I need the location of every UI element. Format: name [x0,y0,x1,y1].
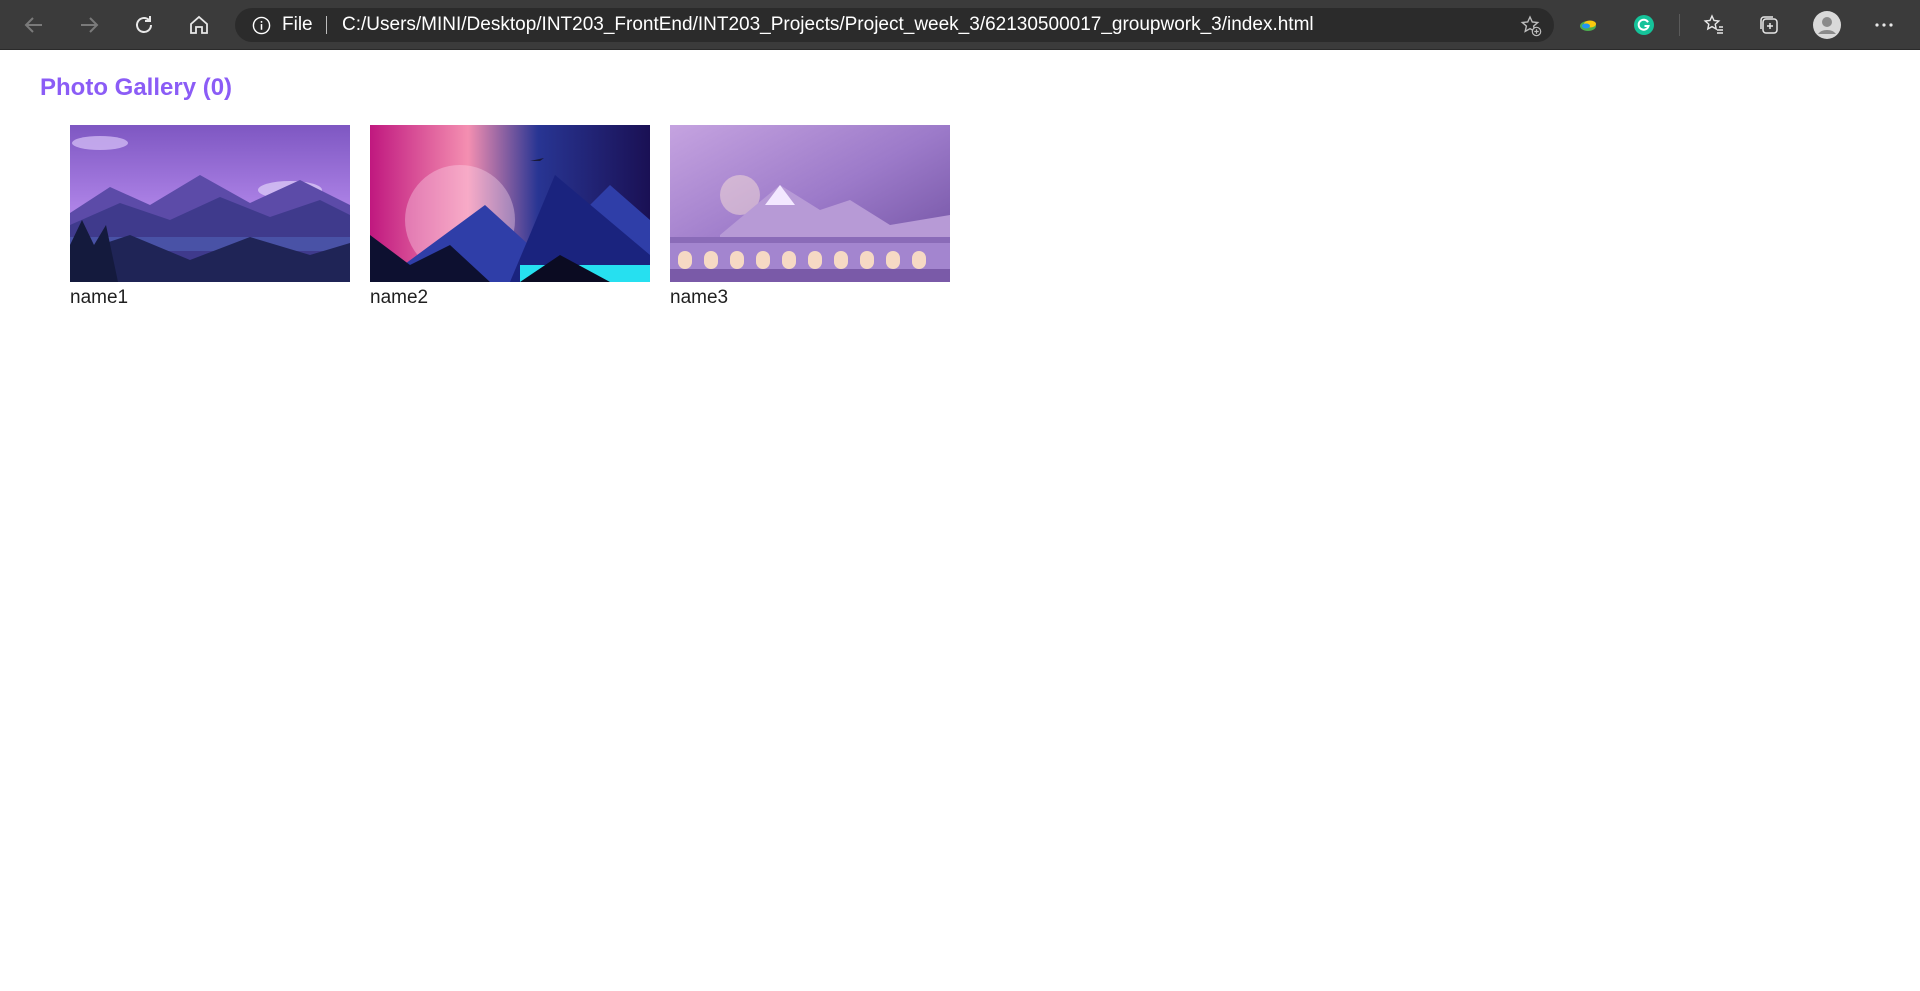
toolbar-divider [1679,14,1680,36]
more-horizontal-icon [1875,23,1893,27]
avatar-icon [1813,11,1841,39]
photo-caption: name2 [370,287,429,308]
collections-button[interactable] [1752,8,1786,42]
info-icon[interactable] [252,16,271,40]
favorites-icon [1703,14,1723,34]
arrow-right-icon [81,17,99,33]
add-favorite-button[interactable] [1520,15,1542,42]
photo-thumbnail-3[interactable] [670,125,950,282]
photo-card[interactable]: name2 [370,125,650,308]
profile-button[interactable] [1810,8,1844,42]
grammarly-extension-button[interactable] [1627,8,1661,42]
more-menu-button[interactable] [1867,8,1901,42]
arrow-left-icon [24,17,42,33]
photo-caption: name1 [70,287,129,308]
grammarly-icon [1634,15,1654,35]
forward-button[interactable] [72,8,106,42]
extension-logo-icon [1580,20,1596,31]
photo-caption: name3 [670,287,729,308]
url-text[interactable]: C:/Users/MINI/Desktop/INT203_FrontEnd/IN… [342,8,1314,42]
extension-button-1[interactable] [1571,8,1605,42]
address-bar[interactable]: File C:/Users/MINI/Desktop/INT203_FrontE… [235,8,1554,42]
photo-thumbnail-2[interactable] [370,125,650,282]
back-button[interactable] [17,8,51,42]
photo-card[interactable]: name1 [70,125,350,308]
browser-toolbar: File C:/Users/MINI/Desktop/INT203_FrontE… [0,0,1920,50]
refresh-icon [136,16,152,33]
photo-card[interactable]: name3 [670,125,950,308]
home-icon [190,15,208,34]
favorites-button[interactable] [1697,8,1731,42]
scheme-label: File [282,14,313,35]
address-separator [326,16,327,34]
refresh-button[interactable] [127,8,161,42]
star-plus-icon [1520,15,1542,37]
collections-icon [1760,16,1778,34]
photo-thumbnail-1[interactable] [70,125,350,282]
page-title: Photo Gallery (0) [40,74,233,101]
home-button[interactable] [182,8,216,42]
